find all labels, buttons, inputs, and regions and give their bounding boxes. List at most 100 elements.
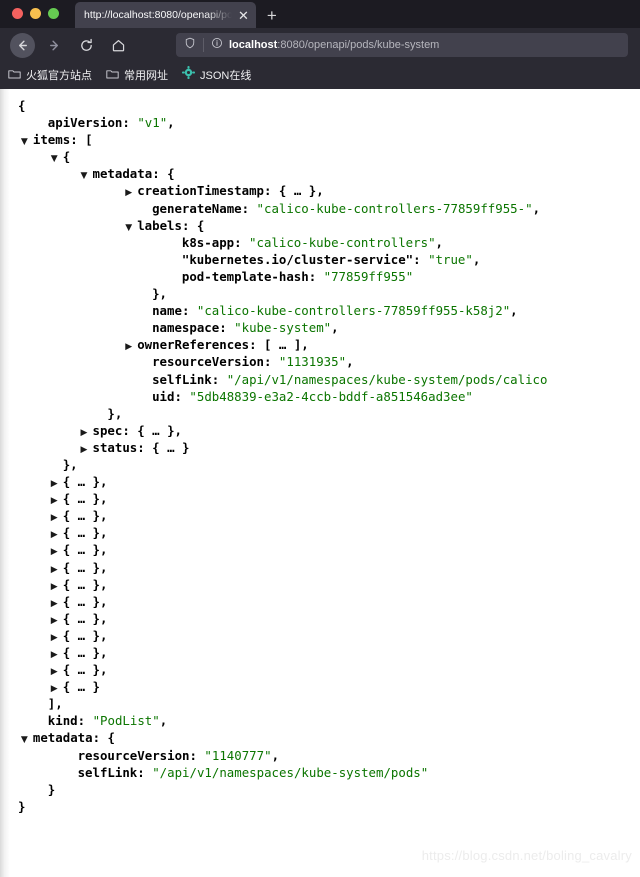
json-twisty-placeholder xyxy=(66,767,78,784)
forward-arrow-icon[interactable] xyxy=(42,33,67,58)
json-row-content: apiVersion: "v1", xyxy=(47,115,175,131)
json-row-expandable[interactable]: ▼ items: [ xyxy=(6,131,640,148)
json-row: selfLink: "/api/v1/namespaces/kube-syste… xyxy=(6,764,640,781)
json-row-content: { … }, xyxy=(62,474,108,490)
browser-tab[interactable]: http://localhost:8080/openapi/pods ✕ xyxy=(75,2,256,28)
maximize-window-button[interactable] xyxy=(48,8,59,19)
shield-icon[interactable] xyxy=(184,36,196,54)
bookmark-item-json-online[interactable]: JSON在线 xyxy=(182,65,252,84)
new-tab-icon[interactable]: + xyxy=(267,7,277,24)
watermark: https://blog.csdn.net/boling_cavalry xyxy=(421,848,632,863)
json-row-content: { … }, xyxy=(62,508,108,524)
json-row-expandable[interactable]: ▶{ … } xyxy=(6,678,640,695)
json-row-expandable[interactable]: ▼ metadata: { xyxy=(6,729,640,746)
json-row: kind: "PodList", xyxy=(6,712,640,729)
json-row-content: pod-template-hash: "77859ff955" xyxy=(181,268,414,284)
json-row-content: { … }, xyxy=(62,525,108,541)
json-row-content: { … }, xyxy=(62,576,108,592)
json-row-content: kind: "PodList", xyxy=(47,713,168,729)
json-twisty-placeholder xyxy=(170,271,182,288)
address-bar[interactable]: localhost:8080/openapi/pods/kube-system xyxy=(176,33,628,57)
json-row-expandable[interactable]: ▶{ … }, xyxy=(6,473,640,490)
json-row: namespace: "kube-system", xyxy=(6,319,640,336)
json-row-expandable[interactable]: ▼ labels: { xyxy=(6,217,640,234)
json-row-content: spec: { … }, xyxy=(92,422,183,438)
json-row-content: selfLink: "/api/v1/namespaces/kube-syste… xyxy=(77,764,429,780)
json-row: } xyxy=(6,781,640,798)
json-row-content: status: { … } xyxy=(92,439,190,455)
browser-chrome: http://localhost:8080/openapi/pods ✕ + l… xyxy=(0,0,640,89)
bookmark-label: 火狐官方站点 xyxy=(26,69,92,82)
json-row: { xyxy=(6,97,640,114)
address-bar-url: localhost:8080/openapi/pods/kube-system xyxy=(229,39,439,51)
json-row-content: } xyxy=(18,798,26,814)
json-row-content: { … }, xyxy=(62,610,108,626)
json-row: uid: "5db48839-e3a2-4ccb-bddf-a851546ad3… xyxy=(6,388,640,405)
json-row-content: { xyxy=(62,149,71,165)
json-row-content: uid: "5db48839-e3a2-4ccb-bddf-a851546ad3… xyxy=(152,388,473,404)
json-row-expandable[interactable]: ▶ spec: { … }, xyxy=(6,422,640,439)
json-row-content: { … }, xyxy=(62,559,108,575)
json-row: generateName: "calico-kube-controllers-7… xyxy=(6,200,640,217)
json-row-content: { … }, xyxy=(62,542,108,558)
json-row-content: labels: { xyxy=(137,217,205,233)
json-row-expandable[interactable]: ▶{ … }, xyxy=(6,507,640,524)
reload-icon[interactable] xyxy=(74,33,99,58)
json-row: }, xyxy=(6,405,640,422)
json-row-expandable[interactable]: ▶{ … }, xyxy=(6,661,640,678)
json-row-content: name: "calico-kube-controllers-77859ff95… xyxy=(152,303,518,319)
json-row-content: metadata: { xyxy=(92,166,175,182)
json-row-expandable[interactable]: ▶{ … }, xyxy=(6,559,640,576)
json-row: }, xyxy=(6,456,640,473)
chevron-right-icon[interactable]: ▶ xyxy=(81,442,93,459)
gear-icon xyxy=(182,65,195,84)
json-twisty-placeholder xyxy=(6,801,18,818)
back-arrow-icon[interactable] xyxy=(10,32,35,58)
json-row-expandable[interactable]: ▶{ … }, xyxy=(6,524,640,541)
json-row-expandable[interactable]: ▶{ … }, xyxy=(6,541,640,558)
bookmark-label: JSON在线 xyxy=(200,69,252,82)
json-row-content: metadata: { xyxy=(32,730,115,746)
info-icon[interactable] xyxy=(211,36,223,54)
json-row: "kubernetes.io/cluster-service": "true", xyxy=(6,251,640,268)
json-row-content: { … }, xyxy=(62,645,108,660)
json-row-content: namespace: "kube-system", xyxy=(152,320,339,336)
json-row-content: { … }, xyxy=(62,662,108,678)
json-row-content: k8s-app: "calico-kube-controllers", xyxy=(181,234,443,250)
home-icon[interactable] xyxy=(106,33,131,58)
json-row-content: }, xyxy=(62,456,78,472)
bookmark-item-common-sites[interactable]: 常用网址 xyxy=(106,66,168,84)
json-row: } xyxy=(6,798,640,815)
json-row-content: ], xyxy=(47,696,63,712)
json-row-expandable[interactable]: ▶{ … }, xyxy=(6,490,640,507)
json-row-expandable[interactable]: ▶ ownerReferences: [ … ], xyxy=(6,336,640,353)
json-row-content: { xyxy=(18,98,26,113)
json-row-expandable[interactable]: ▼ metadata: { xyxy=(6,165,640,182)
json-tree[interactable]: { apiVersion: "v1", ▼ items: [▼{▼ metadata:… xyxy=(0,97,640,815)
json-row-content: resourceVersion: "1131935", xyxy=(152,354,354,370)
bookmark-item-firefox-official[interactable]: 火狐官方站点 xyxy=(8,66,92,84)
json-row-expandable[interactable]: ▶{ … }, xyxy=(6,627,640,644)
address-bar-host: localhost xyxy=(229,39,278,51)
bookmarks-bar: 火狐官方站点 常用网址 JSON在线 xyxy=(0,62,640,89)
json-row-expandable[interactable]: ▶{ … }, xyxy=(6,610,640,627)
minimize-window-button[interactable] xyxy=(30,8,41,19)
bookmark-label: 常用网址 xyxy=(124,69,168,82)
json-twisty-placeholder xyxy=(36,784,48,801)
json-viewer-panel[interactable]: { apiVersion: "v1", ▼ items: [▼{▼ metadata:… xyxy=(0,89,640,877)
close-tab-icon[interactable]: ✕ xyxy=(235,7,252,24)
json-row: apiVersion: "v1", xyxy=(6,114,640,131)
json-row-expandable[interactable]: ▶ creationTimestamp: { … }, xyxy=(6,182,640,199)
json-row-expandable[interactable]: ▶{ … }, xyxy=(6,576,640,593)
json-row-expandable[interactable]: ▼{ xyxy=(6,148,640,165)
json-row: resourceVersion: "1140777", xyxy=(6,747,640,764)
json-row-content: { … }, xyxy=(62,627,108,643)
address-bar-path: :8080/openapi/pods/kube-system xyxy=(277,39,440,51)
json-row-expandable[interactable]: ▶{ … }, xyxy=(6,593,640,610)
json-row-expandable[interactable]: ▶ status: { … } xyxy=(6,439,640,456)
json-row-content: } xyxy=(47,781,56,797)
close-window-button[interactable] xyxy=(12,8,23,19)
json-row-expandable[interactable]: ▶{ … }, xyxy=(6,644,640,661)
json-row-content: selfLink: "/api/v1/namespaces/kube-syste… xyxy=(152,371,548,387)
address-bar-divider xyxy=(203,38,204,52)
